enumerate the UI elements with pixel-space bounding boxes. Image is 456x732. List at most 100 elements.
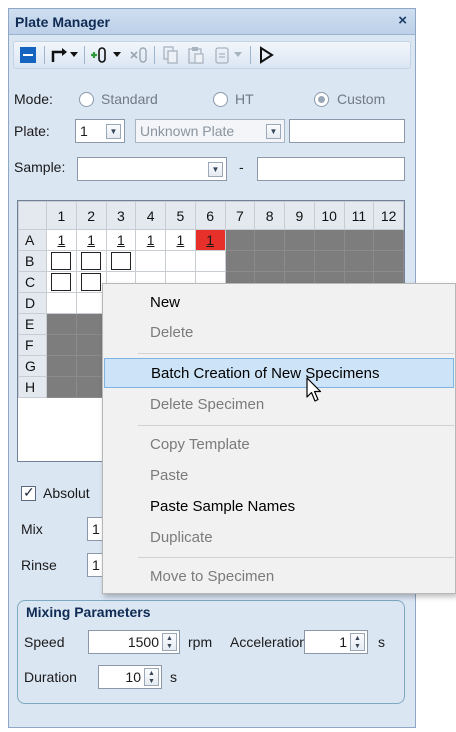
remove-tube-icon[interactable] (127, 45, 151, 65)
well-number: 1 (116, 232, 125, 248)
well[interactable]: 1 (165, 229, 196, 251)
menu-item-paste-sample-names[interactable]: Paste Sample Names (104, 492, 454, 522)
acceleration-spinner[interactable]: 1 ▲ ▼ (304, 630, 368, 654)
well[interactable] (46, 313, 77, 335)
well[interactable] (224, 229, 256, 251)
plate-extra-field[interactable] (289, 119, 405, 143)
speed-unit: rpm (188, 634, 213, 650)
spinner-arrows-icon[interactable]: ▲ ▼ (350, 633, 365, 651)
plate-name-value: Unknown Plate (140, 123, 235, 139)
well[interactable] (254, 229, 285, 251)
well[interactable] (284, 229, 315, 251)
well[interactable] (46, 292, 77, 314)
sample-select[interactable]: ▼ (77, 157, 227, 181)
dropdown-icon[interactable] (111, 45, 123, 65)
add-tube-icon[interactable] (87, 45, 111, 65)
well[interactable] (224, 250, 256, 272)
play-icon[interactable] (254, 45, 278, 65)
duration-unit: s (170, 669, 177, 685)
chevron-down-icon: ▼ (208, 162, 223, 177)
well[interactable] (46, 334, 77, 356)
absolute-checkbox[interactable] (21, 484, 36, 501)
mixing-parameters-title: Mixing Parameters (26, 604, 151, 620)
well[interactable] (313, 229, 345, 251)
spinner-arrows-icon[interactable]: ▲ ▼ (162, 633, 177, 651)
rinse-value: 1 (92, 557, 100, 573)
column-header[interactable]: 9 (284, 201, 315, 230)
paste-icon[interactable] (184, 45, 208, 65)
row-header[interactable]: B (18, 250, 47, 272)
column-header[interactable]: 10 (313, 201, 345, 230)
clipboard-icon[interactable] (210, 45, 234, 65)
panel-icon[interactable] (16, 45, 40, 65)
column-header[interactable]: 4 (135, 201, 166, 230)
menu-item-copy-template[interactable]: Copy Template (104, 430, 454, 460)
well[interactable]: 1 (135, 229, 166, 251)
spinner-arrows-icon[interactable]: ▲ ▼ (144, 668, 159, 686)
menu-item-new[interactable]: New (104, 288, 454, 318)
copy-icon[interactable] (159, 45, 183, 65)
well[interactable] (46, 271, 77, 293)
column-header[interactable]: 6 (194, 201, 226, 230)
column-header[interactable]: 1 (46, 201, 77, 230)
menu-separator (138, 353, 454, 354)
close-icon[interactable]: × (398, 12, 407, 29)
row-header[interactable]: C (18, 271, 47, 293)
well[interactable] (343, 229, 375, 251)
mouse-cursor-icon (306, 377, 324, 408)
column-header[interactable]: 8 (254, 201, 285, 230)
well[interactable] (165, 250, 196, 272)
toolbar-separator (250, 46, 251, 64)
well[interactable] (313, 250, 345, 272)
well[interactable] (105, 250, 137, 272)
menu-item-move-to-specimen[interactable]: Move to Specimen (104, 562, 454, 592)
grid-row-a: A 1 1 1 1 1 1 (18, 229, 404, 251)
row-header[interactable]: A (18, 229, 47, 251)
menu-item-delete[interactable]: Delete (104, 318, 454, 348)
well[interactable] (343, 250, 375, 272)
menu-item-duplicate[interactable]: Duplicate (104, 523, 454, 553)
row-header[interactable]: E (18, 313, 47, 335)
column-header[interactable]: 2 (75, 201, 107, 230)
speed-spinner[interactable]: 1500 ▲ ▼ (88, 630, 180, 654)
well[interactable]: 1 (46, 229, 77, 251)
empty-well-marker (51, 273, 72, 292)
well[interactable] (75, 250, 107, 272)
mode-ht-radio[interactable] (213, 92, 228, 107)
menu-item-delete-specimen[interactable]: Delete Specimen (104, 390, 454, 420)
well-selected[interactable]: 1 (194, 229, 226, 251)
row-header[interactable]: H (18, 376, 47, 398)
well[interactable] (284, 250, 315, 272)
row-header[interactable]: F (18, 334, 47, 356)
menu-item-paste[interactable]: Paste (104, 461, 454, 491)
dropdown-icon[interactable] (232, 45, 244, 65)
row-header[interactable]: G (18, 355, 47, 377)
well[interactable] (46, 250, 77, 272)
duration-spinner[interactable]: 10 ▲ ▼ (98, 665, 162, 689)
column-header[interactable]: 5 (165, 201, 196, 230)
column-header[interactable]: 3 (105, 201, 137, 230)
well[interactable] (254, 250, 285, 272)
well[interactable] (46, 376, 77, 398)
window-title: Plate Manager (15, 14, 110, 30)
well[interactable] (373, 250, 404, 272)
row-header[interactable]: D (18, 292, 47, 314)
well[interactable] (194, 250, 226, 272)
mode-custom-radio[interactable] (314, 92, 329, 107)
well[interactable] (135, 250, 166, 272)
well[interactable] (373, 229, 404, 251)
well[interactable]: 1 (105, 229, 137, 251)
column-header[interactable]: 11 (343, 201, 375, 230)
column-header[interactable]: 7 (224, 201, 256, 230)
mode-standard-radio[interactable] (79, 92, 94, 107)
sample-extra-field[interactable] (257, 157, 405, 181)
column-header[interactable]: 12 (373, 201, 404, 230)
well[interactable]: 1 (75, 229, 107, 251)
toolbar-separator (84, 46, 85, 64)
well[interactable] (46, 355, 77, 377)
menu-item-batch-creation[interactable]: Batch Creation of New Specimens (104, 358, 454, 388)
plate-number-select[interactable]: 1 ▼ (75, 119, 125, 143)
plate-name-select[interactable]: Unknown Plate ▼ (135, 119, 285, 143)
dropdown-icon[interactable] (68, 45, 80, 65)
duration-value: 10 (125, 669, 141, 685)
